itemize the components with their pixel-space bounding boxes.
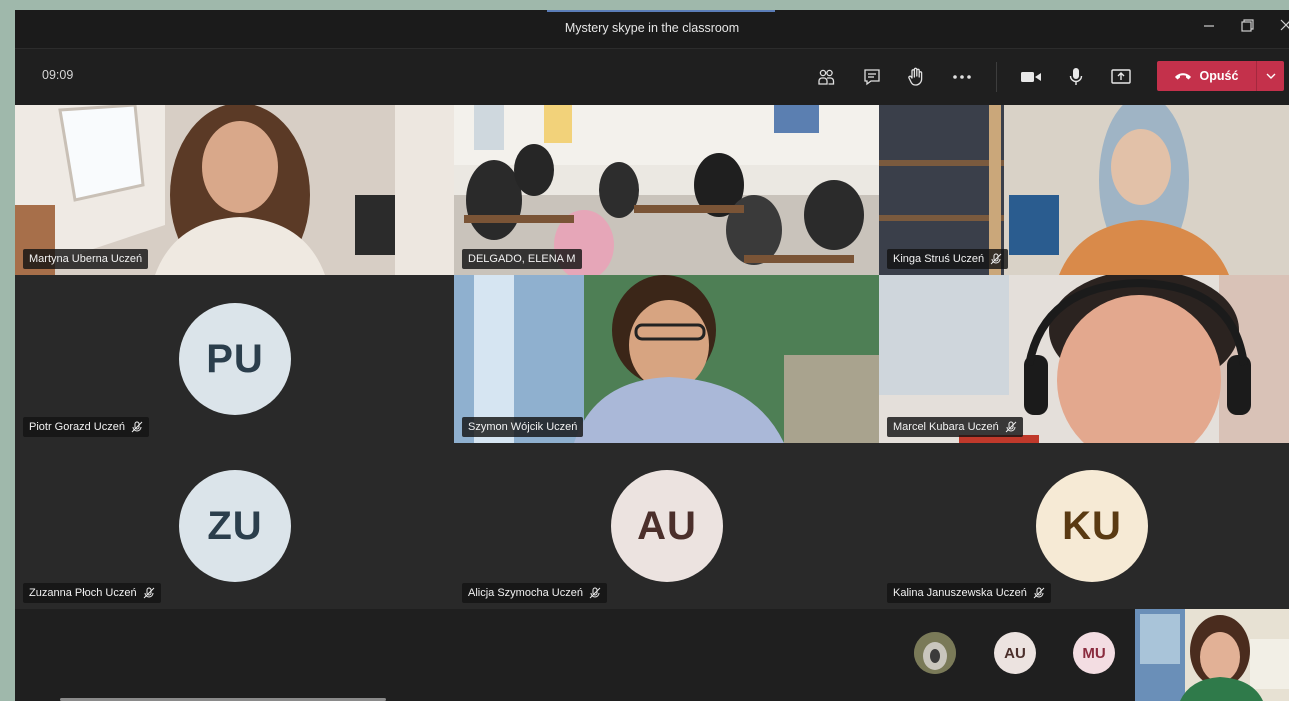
participant-name: Szymon Wójcik Uczeń — [468, 421, 578, 433]
meeting-toolbar: 09:09 Opuść — [15, 49, 1289, 105]
participant-name: Piotr Gorazd Uczeń — [29, 421, 125, 433]
participant-avatar: PU — [179, 303, 291, 415]
participant-name: Zuzanna Płoch Uczeń — [29, 587, 137, 599]
mic-off-icon — [1033, 587, 1045, 599]
leave-options-button[interactable] — [1257, 61, 1284, 91]
participant-name-tag: Piotr Gorazd Uczeń — [23, 417, 149, 437]
video-tile[interactable]: Martyna Uberna Uczeń — [15, 105, 454, 275]
title-accent-line — [547, 10, 775, 12]
avatar-initials: PU — [206, 336, 264, 381]
microphone-icon — [1069, 68, 1083, 85]
share-screen-button[interactable] — [1106, 62, 1136, 92]
participant-name: Marcel Kubara Uczeń — [893, 421, 999, 433]
participant-name: Martyna Uberna Uczeń — [29, 253, 143, 265]
participant-name-tag: Zuzanna Płoch Uczeń — [23, 583, 161, 603]
video-tile[interactable]: Kinga Struś Uczeń — [879, 105, 1289, 275]
mic-off-icon — [131, 421, 143, 433]
participant-avatar: KU — [1036, 470, 1148, 582]
close-icon — [1280, 19, 1289, 31]
participant-name: Alicja Szymocha Uczeń — [468, 587, 583, 599]
overflow-participant-photo[interactable] — [914, 632, 956, 674]
mic-off-icon — [990, 253, 1002, 265]
overflow-participant-avatar[interactable]: MU — [1073, 632, 1115, 674]
video-tile[interactable]: DELGADO, ELENA M — [454, 105, 879, 275]
close-button[interactable] — [1275, 18, 1289, 36]
participant-name: Kinga Struś Uczeń — [893, 253, 985, 265]
leave-main[interactable]: Opuść — [1157, 61, 1255, 91]
hang-up-icon — [1174, 73, 1191, 80]
participant-name: DELGADO, ELENA M — [468, 253, 576, 265]
avatar-initials: AU — [1004, 644, 1026, 662]
chat-button[interactable] — [857, 62, 887, 92]
mic-off-icon — [1005, 421, 1017, 433]
participant-name: Kalina Januszewska Uczeń — [893, 587, 1027, 599]
raise-hand-button[interactable] — [901, 62, 931, 92]
avatar-initials: MU — [1082, 644, 1106, 662]
leave-button[interactable]: Opuść — [1157, 61, 1284, 91]
avatar-initials: AU — [637, 503, 697, 548]
participant-name-tag: Marcel Kubara Uczeń — [887, 417, 1023, 437]
participant-name-tag: Kalina Januszewska Uczeń — [887, 583, 1051, 603]
video-tile[interactable]: Szymon Wójcik Uczeń — [454, 275, 879, 443]
avatar-tile[interactable]: PU Piotr Gorazd Uczeń — [15, 275, 454, 443]
meeting-duration: 09:09 — [42, 68, 74, 82]
participants-button[interactable] — [811, 62, 841, 92]
overflow-participant-avatar[interactable]: AU — [994, 632, 1036, 674]
mic-off-icon — [143, 587, 154, 599]
participant-avatar: ZU — [179, 470, 291, 582]
maximize-button[interactable] — [1236, 18, 1258, 36]
profile-photo-icon — [914, 632, 956, 674]
camera-icon — [1021, 72, 1041, 82]
avatar-initials: KU — [1062, 503, 1122, 548]
self-video — [1135, 609, 1289, 701]
participant-name-tag: Kinga Struś Uczeń — [887, 249, 1009, 269]
avatar-initials: ZU — [207, 503, 263, 548]
microphone-button[interactable] — [1061, 62, 1091, 92]
mic-off-icon — [589, 587, 601, 599]
chat-icon — [864, 69, 880, 86]
avatar-tile[interactable]: AU Alicja Szymocha Uczeń — [454, 443, 879, 609]
share-icon — [1111, 69, 1131, 84]
participant-name-tag: Martyna Uberna Uczeń — [23, 249, 149, 269]
window-title: Mystery skype in the classroom — [564, 21, 740, 35]
participant-avatar: AU — [611, 470, 723, 582]
toolbar-divider — [996, 62, 997, 92]
participant-name-tag: Szymon Wójcik Uczeń — [462, 417, 584, 437]
minimize-icon — [1204, 25, 1214, 27]
minimize-button[interactable] — [1198, 18, 1220, 36]
avatar-tile[interactable]: KU Kalina Januszewska Uczeń — [879, 443, 1289, 609]
video-tile[interactable]: Marcel Kubara Uczeń — [879, 275, 1289, 443]
more-icon — [953, 75, 971, 79]
more-options-button[interactable] — [947, 62, 977, 92]
teams-meeting-window: Mystery skype in the classroom 09:09 Opu… — [15, 10, 1289, 701]
raise-hand-icon — [908, 67, 923, 86]
chevron-down-icon — [1266, 73, 1275, 79]
camera-button[interactable] — [1016, 62, 1046, 92]
participants-icon — [818, 69, 835, 85]
avatar-tile[interactable]: ZU Zuzanna Płoch Uczeń — [15, 443, 454, 609]
leave-label: Opuść — [1199, 69, 1239, 83]
restore-icon — [1241, 19, 1254, 32]
self-view-video[interactable] — [1135, 609, 1289, 701]
participant-name-tag: DELGADO, ELENA M — [462, 249, 582, 269]
participant-name-tag: Alicja Szymocha Uczeń — [462, 583, 607, 603]
title-bar: Mystery skype in the classroom — [15, 10, 1289, 49]
